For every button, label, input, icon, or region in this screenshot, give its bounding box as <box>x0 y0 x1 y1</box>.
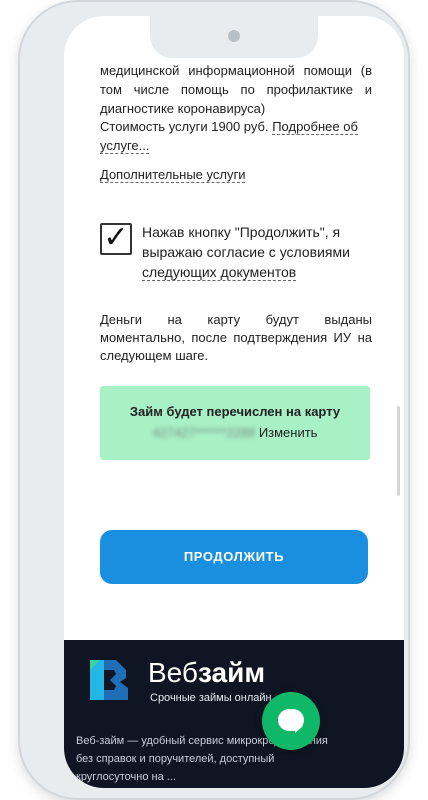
card-title: Займ будет перечислен на карту <box>129 404 341 419</box>
phone-frame: медицинской информационной помощи (в том… <box>20 2 408 798</box>
chat-bubble-tail <box>295 726 303 733</box>
webzaim-logo <box>90 660 128 700</box>
screen: медицинской информационной помощи (в том… <box>64 16 404 788</box>
card-info-box: Займ будет перечислен на карту 427427***… <box>100 386 370 460</box>
documents-link[interactable]: следующих документов <box>142 264 297 281</box>
chat-button[interactable] <box>262 692 320 750</box>
brand-tagline: Срочные займы онлайн <box>150 692 272 704</box>
continue-button[interactable]: ПРОДОЛЖИТЬ <box>100 530 368 584</box>
service-description: медицинской информационной помощи (в том… <box>100 63 372 116</box>
consent-text: Нажав кнопку "Продолжить", я выражаю сог… <box>142 224 350 260</box>
scrollbar[interactable] <box>397 406 400 496</box>
brand-prefix: Веб <box>148 657 198 688</box>
consent-text-block: Нажав кнопку "Продолжить", я выражаю сог… <box>142 222 374 282</box>
masked-card-number: 427427******2288 <box>152 425 256 440</box>
service-cost: Стоимость услуги 1900 руб. Подробнее об … <box>100 117 372 155</box>
change-card-link[interactable]: Изменить <box>259 425 318 440</box>
additional-services-link[interactable]: Дополнительные услуги <box>100 165 372 184</box>
footer: Вебзайм Срочные займы онлайн Веб-займ — … <box>64 640 404 788</box>
notch <box>150 14 318 58</box>
checkmark-icon: ✓ <box>103 221 129 254</box>
brand-name: Вебзайм <box>148 658 265 688</box>
camera <box>228 30 240 42</box>
additional-services-label: Дополнительные услуги <box>100 167 246 183</box>
consent-checkbox[interactable]: ✓ <box>100 223 132 255</box>
cost-text: Стоимость услуги 1900 руб. <box>100 119 269 134</box>
money-note: Деньги на карту будут выданы моментально… <box>100 312 372 363</box>
brand-suffix: займ <box>197 657 266 688</box>
card-line: 427427******2288 Изменить <box>100 423 370 442</box>
